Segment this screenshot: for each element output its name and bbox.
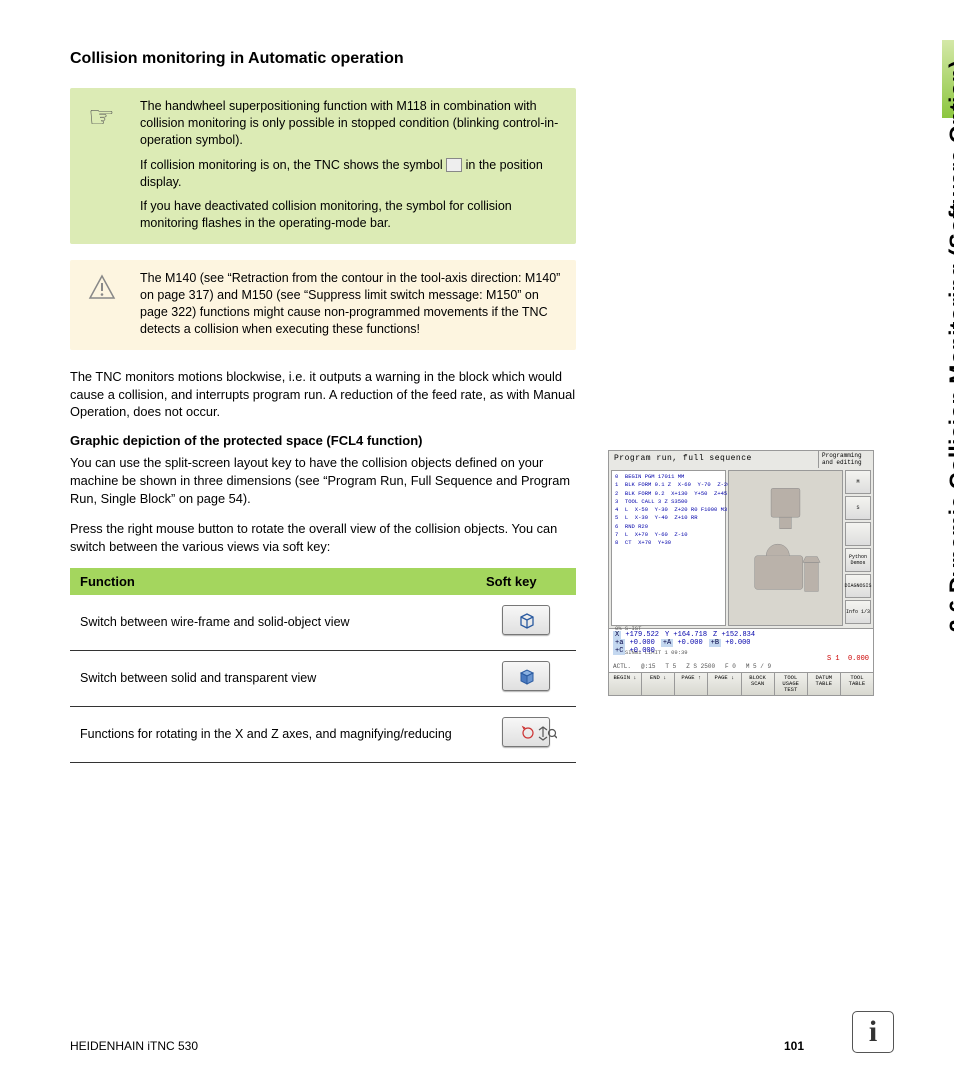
- fn-cell: Functions for rotating in the X and Z ax…: [70, 706, 476, 762]
- pointing-hand-icon: ☞: [88, 100, 115, 135]
- scr-3d-view: [728, 470, 843, 626]
- scr-softkey[interactable]: END ↓: [642, 673, 675, 695]
- scr-side-btn[interactable]: M: [845, 470, 871, 494]
- scr-code-panel: 0 BEGIN PGM 17011 MM 1 BLK FORM 0.1 Z X-…: [611, 470, 726, 626]
- note-p3: If you have deactivated collision monito…: [140, 198, 562, 232]
- softkey-cube-wire-icon[interactable]: [502, 605, 550, 635]
- th-function: Function: [70, 568, 476, 595]
- scr-side-btn[interactable]: DIAGNOSIS: [845, 574, 871, 598]
- scr-mode: Programming and editing: [818, 451, 873, 468]
- fn-cell: Switch between wire-frame and solid-obje…: [70, 595, 476, 650]
- info-icon: i: [852, 1011, 894, 1053]
- table-row: Switch between solid and transparent vie…: [70, 650, 576, 706]
- body-para-2: You can use the split-screen layout key …: [70, 454, 590, 508]
- table-row: Functions for rotating in the X and Z ax…: [70, 706, 576, 762]
- note-p2: If collision monitoring is on, the TNC s…: [140, 157, 562, 191]
- scr-softkey[interactable]: BLOCK SCAN: [742, 673, 775, 695]
- scr-side-btn[interactable]: S: [845, 496, 871, 520]
- warning-triangle-icon: [88, 274, 116, 307]
- scr-title: Program run, full sequence: [609, 451, 818, 468]
- cnc-screenshot: Program run, full sequence Programming a…: [608, 450, 874, 750]
- scr-side-btn[interactable]: Python Demos: [845, 548, 871, 572]
- scr-softkey[interactable]: PAGE ↑: [675, 673, 708, 695]
- scr-side-btn[interactable]: [845, 522, 871, 546]
- collision-symbol-icon: [446, 158, 462, 172]
- footer-product: HEIDENHAIN iTNC 530: [70, 1039, 198, 1053]
- body-para-1: The TNC monitors motions blockwise, i.e.…: [70, 368, 590, 422]
- warn-p1: The M140 (see “Retraction from the conto…: [140, 270, 562, 338]
- page-number: 101: [784, 1039, 804, 1053]
- softkey-cube-solid-icon[interactable]: [502, 661, 550, 691]
- fn-cell: Switch between solid and transparent vie…: [70, 650, 476, 706]
- scr-side-btn[interactable]: Info 1/3: [845, 600, 871, 624]
- th-softkey: Soft key: [476, 568, 576, 595]
- scr-softkey-row: BEGIN ↓ END ↓ PAGE ↑ PAGE ↓ BLOCK SCAN T…: [609, 672, 873, 695]
- side-section-title: 2.6 Dynamic Collision Monitoring (Softwa…: [944, 60, 954, 632]
- body-para-3: Press the right mouse button to rotate t…: [70, 520, 590, 556]
- function-table: Function Soft key Switch between wire-fr…: [70, 568, 576, 763]
- scr-softkey[interactable]: TOOL TABLE: [841, 673, 873, 695]
- page-footer: HEIDENHAIN iTNC 530 101 i: [70, 1011, 894, 1053]
- subheading: Graphic depiction of the protected space…: [70, 433, 600, 448]
- note-box: ☞ The handwheel superpositioning functio…: [70, 88, 576, 244]
- softkey-rotate-magnify-icon[interactable]: [502, 717, 550, 747]
- scr-softkey[interactable]: BEGIN ↓: [609, 673, 642, 695]
- scr-side-buttons: M S Python Demos DIAGNOSIS Info 1/3: [845, 468, 873, 628]
- scr-softkey[interactable]: PAGE ↓: [708, 673, 741, 695]
- warning-box: The M140 (see “Retraction from the conto…: [70, 260, 576, 350]
- scr-softkey[interactable]: TOOL USAGE TEST: [775, 673, 808, 695]
- scr-softkey[interactable]: DATUM TABLE: [808, 673, 841, 695]
- scr-position-display: X +179.522 Y +164.718 Z +152.834 +a +0.0…: [609, 628, 873, 672]
- table-row: Switch between wire-frame and solid-obje…: [70, 595, 576, 650]
- page-heading: Collision monitoring in Automatic operat…: [70, 50, 600, 68]
- note-p1: The handwheel superpositioning function …: [140, 98, 562, 149]
